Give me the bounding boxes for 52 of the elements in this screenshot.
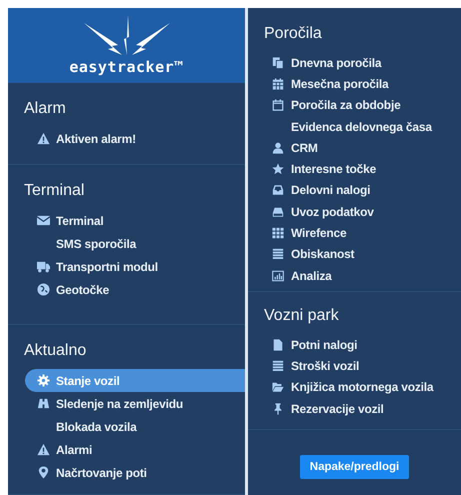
drive-icon <box>272 206 284 218</box>
menu-item[interactable]: Blokada vozila <box>25 415 245 438</box>
calendar-outline-icon <box>272 99 284 112</box>
user-icon <box>272 142 284 154</box>
section-heading: Aktualno <box>23 341 88 361</box>
section-heading: Poročila <box>263 24 323 44</box>
section-heading: Vozni park <box>263 306 340 326</box>
gear-icon <box>37 374 50 387</box>
warning-icon <box>37 132 50 145</box>
truck-icon <box>37 260 50 273</box>
chart-icon <box>272 270 284 282</box>
menu-item[interactable]: CRM <box>260 137 461 158</box>
binoculars-icon <box>37 397 50 410</box>
menu-item[interactable]: Transportni modul <box>25 255 245 278</box>
menu-item[interactable]: Uvoz podatkov <box>260 201 461 222</box>
pushpin-icon <box>272 402 284 415</box>
menu-item[interactable]: Sledenje na zemljevidu <box>25 392 245 415</box>
menu-item[interactable]: Geotočke <box>25 278 245 301</box>
warning-icon <box>37 443 50 456</box>
grid-icon <box>272 227 284 240</box>
copy-icon <box>272 56 284 69</box>
menu-item[interactable]: Potni nalogi <box>260 334 461 356</box>
folder-icon <box>272 381 284 394</box>
star-icon <box>272 163 284 176</box>
feedback-button[interactable]: Napake/predlogi <box>300 455 410 479</box>
menu-item[interactable]: Načrtovanje poti <box>25 461 245 484</box>
menu-item[interactable]: Interesne točke <box>260 158 461 180</box>
file-icon <box>272 338 284 351</box>
menu-item[interactable]: Mesečna poročila <box>260 73 461 95</box>
menu-item[interactable]: Alarmi <box>25 438 245 461</box>
menu-item[interactable]: Terminal <box>25 209 245 232</box>
menu-item[interactable]: Poročila za obdobje <box>260 94 461 116</box>
section-heading: Terminal <box>23 181 86 201</box>
menu-item[interactable]: Delovni nalogi <box>260 180 461 202</box>
calendar-icon <box>272 78 284 90</box>
menu-item[interactable]: Stroški vozil <box>260 355 461 377</box>
logo-wordmark: easytracker™ <box>69 59 184 75</box>
pin-icon <box>37 466 50 479</box>
menu-item[interactable]: Evidenca delovnega časa <box>260 116 461 138</box>
menu-item[interactable]: Knjižica motornega vozila <box>260 376 461 398</box>
menu-item[interactable]: Analiza <box>260 264 461 286</box>
envelope-icon <box>37 214 50 227</box>
menu-item[interactable]: Aktiven alarm! <box>25 127 245 150</box>
menu-item[interactable]: Wirefence <box>260 222 461 244</box>
menu-item[interactable]: Rezervacije vozil <box>260 398 461 420</box>
lines-icon <box>272 360 284 372</box>
menu-item[interactable]: Obiskanost <box>260 244 461 265</box>
section-heading: Alarm <box>23 99 67 119</box>
menu-item[interactable]: SMS sporočila <box>25 232 245 255</box>
lines-icon <box>272 248 284 260</box>
inbox-icon <box>272 184 284 196</box>
menu-item[interactable]: Dnevna poročila <box>260 52 461 74</box>
